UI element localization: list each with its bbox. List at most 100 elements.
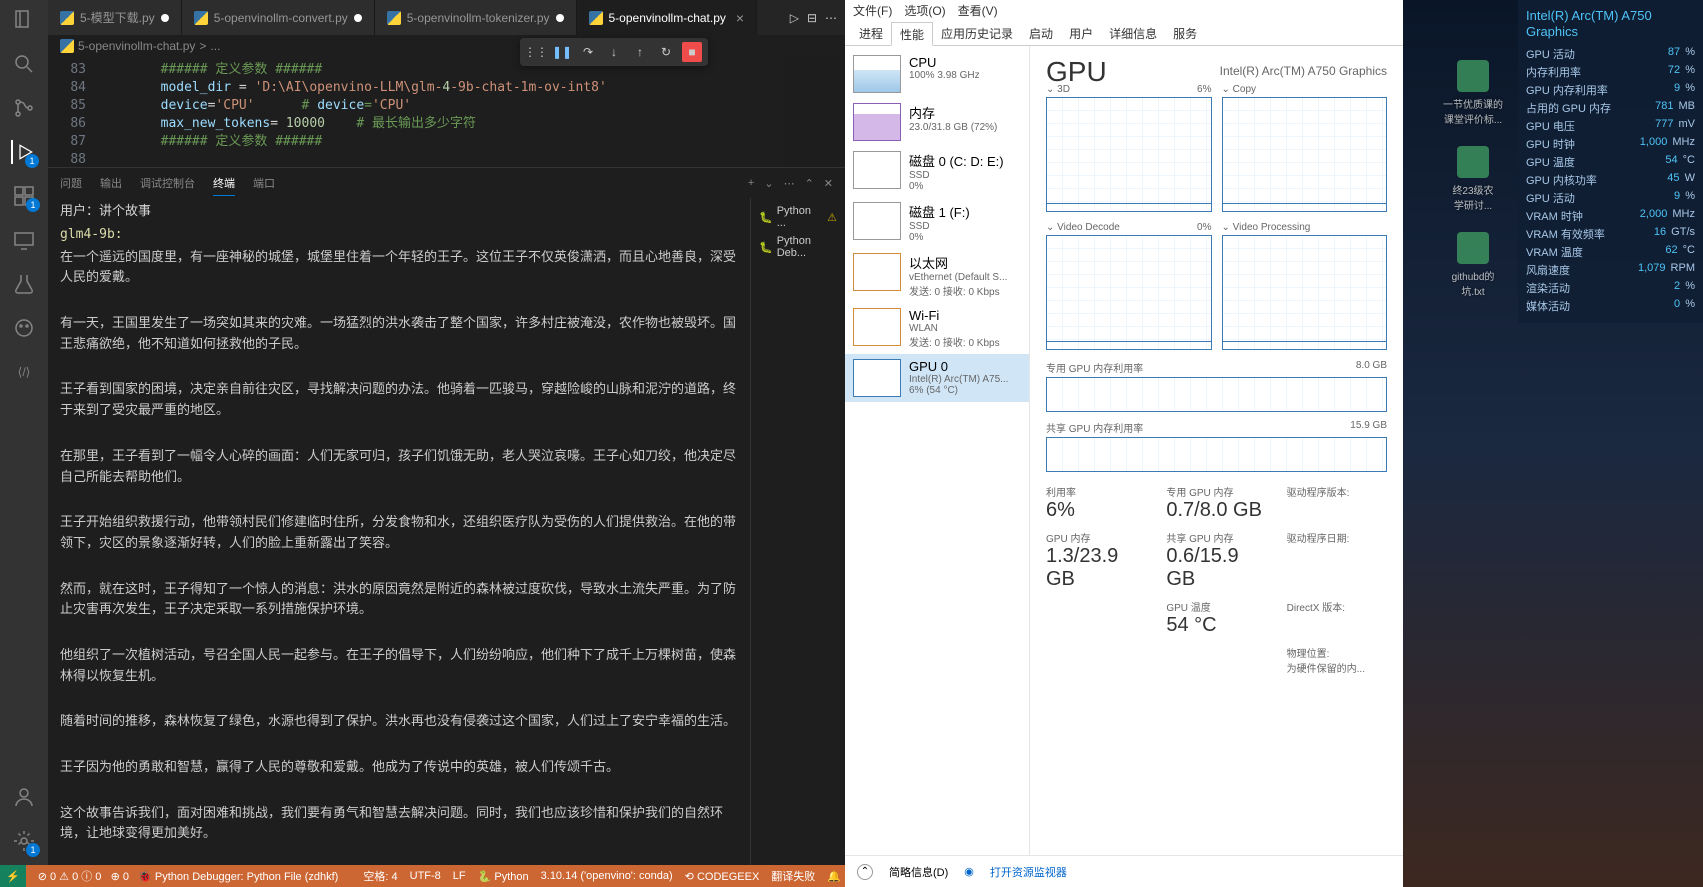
- sidebar-item-gpu[interactable]: GPU 0Intel(R) Arc(TM) A75...6% (54 °C): [845, 354, 1029, 402]
- more-icon[interactable]: ⋯: [784, 177, 795, 190]
- settings-icon[interactable]: 1: [12, 829, 36, 853]
- codegeex-icon[interactable]: ⟨/⟩: [12, 360, 36, 384]
- split-icon[interactable]: ⊟: [807, 11, 817, 25]
- editor-tab[interactable]: 5-openvinollm-convert.py: [182, 0, 375, 35]
- code-editor[interactable]: 838485868788 ###### 定义参数 ###### model_di…: [48, 57, 845, 167]
- restart-icon[interactable]: ↻: [656, 42, 676, 62]
- more-icon[interactable]: ⋯: [825, 11, 837, 25]
- pause-icon[interactable]: ❚❚: [552, 42, 572, 62]
- editor-tabs: 5-模型下载.py5-openvinollm-convert.py5-openv…: [48, 0, 845, 35]
- desktop-area: 一节优质课的课堂评价标... 终23级农学研讨... githubd的坑.txt I…: [1403, 0, 1703, 887]
- status-item[interactable]: 翻译失败: [771, 868, 815, 884]
- main-tab[interactable]: 详细信息: [1101, 22, 1165, 45]
- gpu-metric-row: 媒体活动0 %: [1526, 297, 1695, 315]
- minimap[interactable]: [785, 57, 845, 167]
- sidebar-item-wifi[interactable]: Wi-FiWLAN发送: 0 接收: 0 Kbps: [845, 303, 1029, 354]
- gpu-chart: [1222, 97, 1388, 212]
- brief-info-link[interactable]: 简略信息(D): [889, 864, 948, 880]
- gpu-metric-row: GPU 温度54 °C: [1526, 153, 1695, 171]
- chart-label[interactable]: Video Decode: [1046, 222, 1120, 233]
- copilot-icon[interactable]: [12, 316, 36, 340]
- main-tab[interactable]: 应用历史记录: [933, 22, 1021, 45]
- editor-tab[interactable]: 5-openvinollm-chat.py×: [577, 0, 758, 35]
- main-tab[interactable]: 性能: [891, 22, 933, 46]
- panel-tabs: 问题输出调试控制台终端端口 + ⌄ ⋯ ⌃ ✕: [48, 168, 845, 198]
- dropdown-icon[interactable]: ⌄: [764, 177, 773, 190]
- debug-toolbar: ⋮⋮ ❚❚ ↷ ↓ ↑ ↻ ■: [520, 38, 708, 66]
- main-tab[interactable]: 服务: [1165, 22, 1205, 45]
- panel-tab[interactable]: 终端: [213, 171, 235, 196]
- desktop-icon[interactable]: 终23级农学研讨...: [1452, 146, 1493, 212]
- chart-label[interactable]: Copy: [1222, 84, 1257, 95]
- gpu-chart: [1046, 235, 1212, 350]
- menu-item[interactable]: 选项(O): [904, 2, 945, 20]
- status-item[interactable]: UTF-8: [410, 870, 441, 882]
- step-out-icon[interactable]: ↑: [630, 42, 650, 62]
- remote-icon[interactable]: [12, 228, 36, 252]
- panel-tab[interactable]: 问题: [60, 171, 82, 195]
- remote-indicator[interactable]: ⚡: [0, 865, 26, 887]
- sidebar-item-net[interactable]: 以太网vEthernet (Default S...发送: 0 接收: 0 Kb…: [845, 248, 1029, 303]
- extensions-icon[interactable]: 1: [12, 184, 36, 208]
- status-item[interactable]: 空格: 4: [363, 868, 397, 884]
- step-over-icon[interactable]: ↷: [578, 42, 598, 62]
- main-tab[interactable]: 启动: [1021, 22, 1061, 45]
- menu-item[interactable]: 文件(F): [853, 2, 892, 20]
- terminal-instance[interactable]: 🐛Python ...⚠: [755, 202, 841, 232]
- source-control-icon[interactable]: [12, 96, 36, 120]
- chart-label[interactable]: 3D: [1046, 84, 1070, 95]
- desktop-icon[interactable]: 一节优质课的课堂评价标...: [1443, 60, 1503, 126]
- maximize-icon[interactable]: ⌃: [805, 177, 814, 190]
- desktop-icon[interactable]: githubd的坑.txt: [1452, 232, 1495, 298]
- drag-handle-icon[interactable]: ⋮⋮: [526, 42, 546, 62]
- terminal-instance[interactable]: 🐛Python Deb...: [755, 232, 841, 262]
- run-icon[interactable]: ▷: [790, 11, 799, 25]
- editor-area: 5-模型下载.py5-openvinollm-convert.py5-openv…: [48, 0, 845, 865]
- explorer-icon[interactable]: [12, 8, 36, 32]
- collapse-icon[interactable]: ⌃: [857, 864, 873, 880]
- run-debug-icon[interactable]: 1: [11, 140, 35, 164]
- step-into-icon[interactable]: ↓: [604, 42, 624, 62]
- resource-sidebar: CPU100% 3.98 GHz内存23.0/31.8 GB (72%)磁盘 0…: [845, 46, 1030, 855]
- status-item[interactable]: ⊕ 0: [111, 871, 129, 883]
- chart-label[interactable]: Video Processing: [1222, 222, 1311, 233]
- status-item[interactable]: 🐞 Python Debugger: Python File (zdhkf): [138, 871, 338, 883]
- gpu-metric-row: VRAM 有效频率16 GT/s: [1526, 225, 1695, 243]
- menu-item[interactable]: 查看(V): [958, 2, 998, 20]
- stop-icon[interactable]: ■: [682, 42, 702, 62]
- account-icon[interactable]: [12, 785, 36, 809]
- gpu-metric-row: 渲染活动2 %: [1526, 279, 1695, 297]
- gpu-metric-row: GPU 活动87 %: [1526, 45, 1695, 63]
- sidebar-item-mem[interactable]: 内存23.0/31.8 GB (72%): [845, 98, 1029, 146]
- panel-tab[interactable]: 端口: [253, 171, 275, 195]
- main-tab[interactable]: 进程: [851, 22, 891, 45]
- search-icon[interactable]: [12, 52, 36, 76]
- status-item[interactable]: 🔔: [827, 870, 841, 883]
- status-item[interactable]: LF: [453, 870, 466, 882]
- close-panel-icon[interactable]: ✕: [824, 177, 833, 190]
- dedicated-gpu-memory-chart: [1046, 377, 1387, 412]
- panel-tab[interactable]: 输出: [100, 171, 122, 195]
- gpu-metric-row: 占用的 GPU 内存781 MB: [1526, 99, 1695, 117]
- intel-gpu-overlay: Intel(R) Arc(TM) A750 Graphics GPU 活动87 …: [1518, 0, 1703, 323]
- gpu-metric-row: 风扇速度1,079 RPM: [1526, 261, 1695, 279]
- resource-monitor-link[interactable]: 打开资源监视器: [990, 864, 1067, 880]
- terminal-output[interactable]: 用户：讲个故事glm4-9b:在一个遥远的国度里，有一座神秘的城堡，城堡里住着一…: [48, 198, 750, 865]
- panel-tab[interactable]: 调试控制台: [140, 171, 195, 195]
- status-item[interactable]: ⟲ CODEGEEX: [685, 870, 760, 883]
- testing-icon[interactable]: [12, 272, 36, 296]
- terminal-list: 🐛Python ...⚠🐛Python Deb...: [750, 198, 845, 865]
- sidebar-item-disk[interactable]: 磁盘 0 (C: D: E:)SSD0%: [845, 146, 1029, 197]
- menu-bar: 文件(F) 选项(O) 查看(V): [845, 0, 1403, 22]
- status-item[interactable]: 3.10.14 ('openvino': conda): [541, 870, 673, 882]
- status-item[interactable]: 🐍 Python: [478, 870, 529, 883]
- sidebar-item-cpu[interactable]: CPU100% 3.98 GHz: [845, 50, 1029, 98]
- sidebar-item-disk[interactable]: 磁盘 1 (F:)SSD0%: [845, 197, 1029, 248]
- gpu-metric-row: 内存利用率72 %: [1526, 63, 1695, 81]
- editor-tab[interactable]: 5-模型下载.py: [48, 0, 182, 35]
- editor-tab[interactable]: 5-openvinollm-tokenizer.py: [375, 0, 577, 35]
- main-tab[interactable]: 用户: [1061, 22, 1101, 45]
- add-terminal-icon[interactable]: +: [748, 177, 754, 190]
- breadcrumb[interactable]: 5-openvinollm-chat.py > ...: [48, 35, 845, 57]
- status-item[interactable]: ⊘ 0 ⚠ 0 ⓘ 0: [38, 871, 102, 883]
